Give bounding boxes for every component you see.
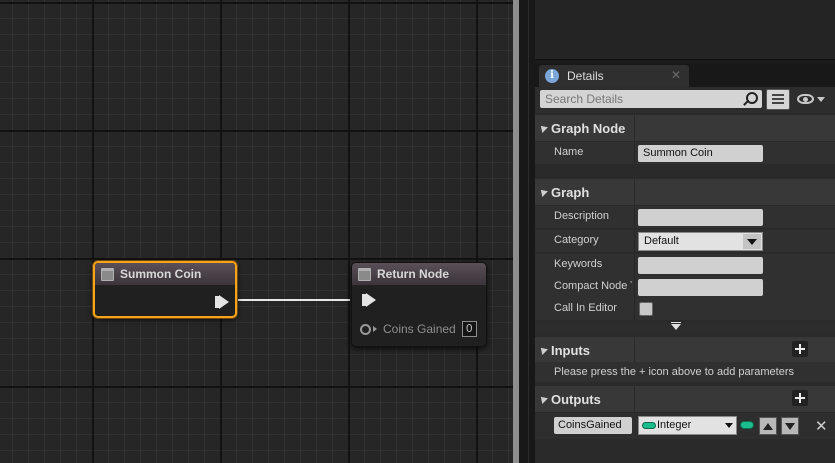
search-icon[interactable]: [746, 92, 758, 104]
pin-label: Coins Gained: [383, 322, 456, 336]
property-row-call-in-editor: Call In Editor: [535, 298, 835, 320]
exec-wire[interactable]: [232, 299, 350, 301]
search-box: [540, 90, 762, 108]
blueprint-editor: Summon Coin Return Node Coins Gained 0 i: [0, 0, 835, 463]
container-type-icon[interactable]: [740, 421, 754, 429]
collapse-arrow-icon[interactable]: [538, 187, 548, 197]
chevron-down-icon[interactable]: [817, 97, 825, 102]
output-param-row: CoinsGained Integer ✕: [535, 413, 835, 439]
property-row-compact-title: Compact Node Title: [535, 276, 835, 298]
eye-icon[interactable]: [797, 94, 814, 104]
pin-default-value[interactable]: 0: [461, 321, 477, 337]
param-name-field[interactable]: CoinsGained: [554, 417, 632, 434]
category-label: Graph Node: [551, 120, 626, 136]
property-row-category: Category Default: [535, 230, 835, 252]
category-outputs[interactable]: Outputs: [535, 386, 835, 412]
property-row-keywords: Keywords: [535, 254, 835, 276]
divider: [528, 0, 529, 463]
category-graph[interactable]: Graph: [535, 179, 835, 205]
coins-gained-pin[interactable]: Coins Gained 0: [360, 321, 477, 337]
search-row: [535, 87, 835, 113]
category-inputs[interactable]: Inputs: [535, 337, 835, 363]
list-line: [772, 102, 784, 104]
property-label: Description: [554, 210, 610, 222]
list-line: [772, 94, 784, 96]
divider: [634, 142, 635, 164]
divider: [634, 206, 635, 228]
description-field[interactable]: [638, 209, 763, 226]
divider: [634, 298, 635, 320]
divider: [634, 115, 635, 141]
param-type-label: Integer: [657, 419, 692, 431]
property-label: Keywords: [554, 258, 603, 270]
property-label: Name: [554, 146, 584, 158]
category-dropdown[interactable]: Default: [638, 232, 763, 251]
property-label: Compact Node Title: [554, 280, 632, 292]
tab-label: Details: [567, 69, 604, 83]
category-graph-node[interactable]: Graph Node: [535, 115, 835, 141]
return-node[interactable]: Return Node Coins Gained 0: [351, 262, 487, 347]
call-in-editor-checkbox[interactable]: [639, 302, 653, 316]
keywords-field[interactable]: [638, 257, 763, 274]
divider: [634, 179, 635, 205]
node-header: Return Node: [352, 263, 486, 285]
tab-details[interactable]: i Details ✕: [539, 65, 689, 87]
node-header: Summon Coin: [95, 263, 235, 285]
category-label: Outputs: [551, 391, 601, 407]
details-panel: i Details ✕ Graph Node Name: [535, 63, 835, 463]
arrow-down-icon[interactable]: [781, 417, 799, 435]
expand-advanced-icon[interactable]: [671, 322, 681, 330]
chevron-down-icon[interactable]: [743, 234, 761, 249]
advanced-toggle[interactable]: [535, 322, 835, 334]
chevron-down-icon[interactable]: [725, 423, 733, 428]
integer-pin-icon[interactable]: [360, 323, 371, 335]
divider: [634, 230, 635, 252]
function-icon: [101, 267, 114, 281]
name-field[interactable]: Summon Coin: [638, 145, 763, 162]
panel-gap: [519, 0, 535, 463]
property-row-description: Description: [535, 206, 835, 228]
divider: [634, 386, 635, 412]
exec-in-pin-icon[interactable]: [362, 293, 376, 307]
inputs-hint: Please press the + icon above to add par…: [554, 366, 795, 378]
divider: [634, 337, 635, 363]
collapse-arrow-icon[interactable]: [538, 345, 548, 355]
search-input[interactable]: [540, 90, 730, 108]
divider: [634, 276, 635, 298]
exec-out-pin-icon[interactable]: [215, 295, 229, 309]
integer-type-icon: [642, 422, 656, 429]
upper-panel: [535, 0, 835, 60]
node-title: Summon Coin: [120, 267, 202, 281]
property-label: Call In Editor: [554, 302, 617, 314]
function-icon: [358, 267, 371, 281]
node-title: Return Node: [377, 267, 449, 281]
pin-arrow-icon: [373, 326, 377, 332]
category-label: Inputs: [551, 342, 590, 358]
collapse-arrow-icon[interactable]: [538, 394, 548, 404]
property-label: Category: [554, 234, 599, 246]
summon-coin-node[interactable]: Summon Coin: [93, 261, 237, 318]
param-type-dropdown[interactable]: Integer: [638, 416, 737, 435]
close-icon[interactable]: ✕: [671, 68, 681, 82]
graph-canvas[interactable]: Summon Coin Return Node Coins Gained 0: [0, 0, 513, 463]
list-line: [772, 98, 784, 100]
compact-title-field[interactable]: [638, 279, 763, 296]
info-icon: i: [545, 69, 559, 83]
tab-bar: i Details ✕: [535, 63, 835, 87]
divider: [634, 254, 635, 276]
arrow-up-icon[interactable]: [759, 417, 777, 435]
add-output-button[interactable]: [792, 390, 808, 406]
category-label: Graph: [551, 184, 590, 200]
view-options-button[interactable]: [766, 89, 790, 110]
add-input-button[interactable]: [792, 341, 808, 357]
collapse-arrow-icon[interactable]: [538, 123, 548, 133]
property-row-name: Name Summon Coin: [535, 142, 835, 164]
category-value: Default: [644, 235, 679, 247]
delete-icon[interactable]: ✕: [815, 417, 828, 435]
inputs-hint-row: Please press the + icon above to add par…: [535, 362, 835, 382]
